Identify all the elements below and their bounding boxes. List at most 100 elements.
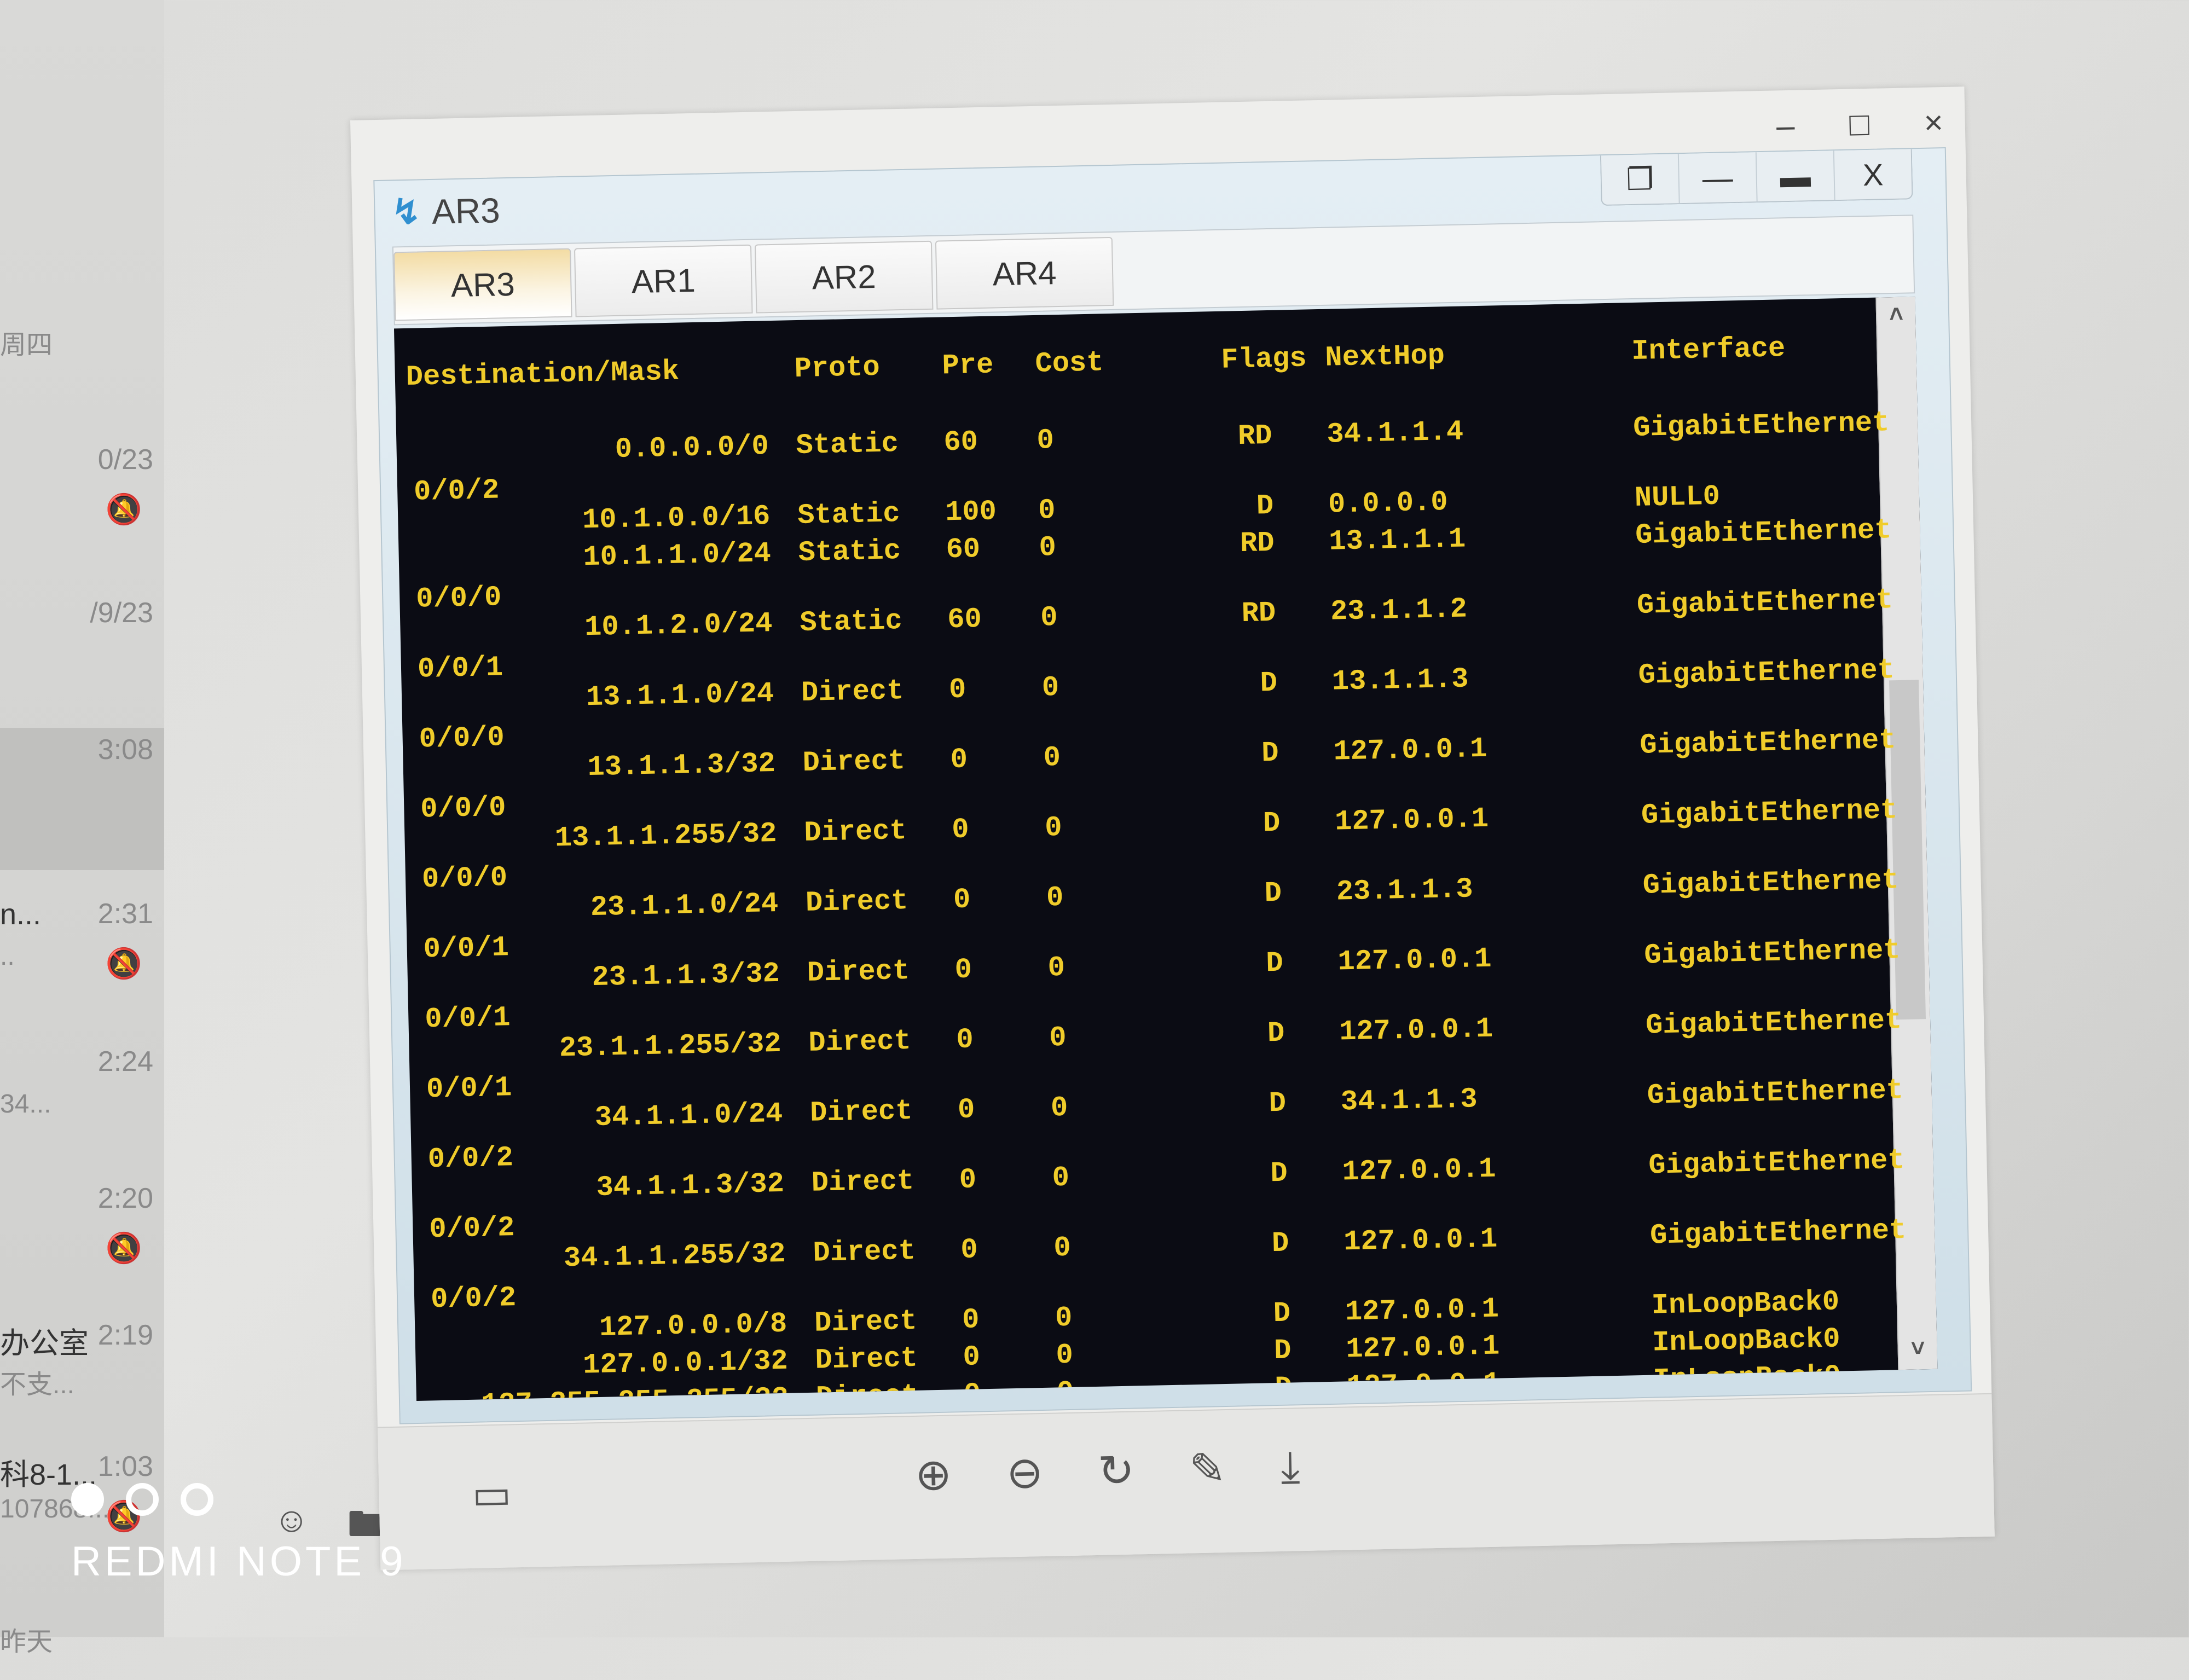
table-row: 34.1.1.0/24 Direct 0 0 D 34.1.1.3 GigabitEther… xyxy=(410,1074,1903,1139)
chat-list-item[interactable]: n... 2:31.. 🔕 xyxy=(0,892,164,1001)
restore-button[interactable]: ❐ xyxy=(1601,154,1679,205)
cell-interface: GigabitEthernet xyxy=(1641,794,1898,832)
download-icon[interactable]: ⤓ xyxy=(1280,1441,1300,1493)
cell-cost: 0 xyxy=(1050,1091,1068,1125)
tab-ar3[interactable]: AR3 xyxy=(393,248,572,321)
cell-interface: InLoopBack0 xyxy=(1653,1360,1841,1397)
chat-preview: 周四 xyxy=(0,331,53,360)
chat-list-item[interactable]: 0/23 🔕 xyxy=(0,438,164,547)
muted-bell-icon: 🔕 xyxy=(105,1232,142,1265)
cell-flags: D xyxy=(1270,1157,1288,1190)
chat-list-item[interactable]: 办公室 2:19 不支... xyxy=(0,1313,164,1423)
tab-ar4[interactable]: AR4 xyxy=(935,236,1114,310)
tab-ar2[interactable]: AR2 xyxy=(754,240,934,314)
cell-nexthop: 127.0.0.1 xyxy=(1337,942,1492,978)
viewer-minimize-button[interactable]: – xyxy=(1776,107,1795,145)
watermark-dot-icon xyxy=(71,1483,104,1516)
cell-proto: Direct xyxy=(801,675,904,709)
chat-list-item[interactable]: 2:20 🔕 xyxy=(0,1177,164,1286)
cell-interface: GigabitEthernet xyxy=(1648,1144,1906,1182)
cell-cost: 0 xyxy=(1036,424,1055,457)
table-header: Destination/Mask Proto Pre Cost Flags Ne… xyxy=(395,331,1873,395)
chat-list-item[interactable]: 昨天 xyxy=(0,1571,164,1680)
cell-pre: 0 xyxy=(959,1163,977,1197)
chat-list: 周四 0/23 🔕 /9/23 3:08 n... 2:31.. 🔕 2:24 34... 2:20… xyxy=(0,0,164,1656)
chat-list-item[interactable]: 3:08 xyxy=(0,728,164,870)
camera-watermark: REDMI NOTE 9 xyxy=(71,1483,407,1585)
header-pre: Pre xyxy=(942,349,994,383)
viewer-toolbar: ▭ ⊕ ⊖ ↻ ✎ ⤓ xyxy=(378,1393,1995,1571)
viewer-close-button[interactable]: × xyxy=(1924,103,1943,142)
cell-interface: GigabitEthernet xyxy=(1642,864,1900,902)
cell-proto: Direct xyxy=(814,1305,918,1340)
scroll-down-arrow-icon[interactable]: ˅ xyxy=(1898,1331,1937,1370)
chat-name: n... xyxy=(0,898,42,931)
table-row: 34.1.1.3/32 Direct 0 0 D 127.0.0.1 GigabitEthe… xyxy=(412,1144,1905,1209)
cell-nexthop: 23.1.1.2 xyxy=(1330,593,1468,628)
cell-pre: 0 xyxy=(962,1341,981,1374)
cell-interface: GigabitEthernet xyxy=(1635,514,1892,552)
thumbnail-view-icon[interactable]: ▭ xyxy=(472,1469,512,1518)
cell-nexthop: 127.0.0.1 xyxy=(1345,1293,1499,1329)
cell-pre: 0 xyxy=(954,953,972,987)
cell-interface: GigabitEthernet xyxy=(1649,1214,1907,1252)
cell-cost: 0 xyxy=(1040,601,1058,634)
viewer-maximize-button[interactable]: □ xyxy=(1849,105,1870,143)
cell-flags: RD xyxy=(1241,596,1276,630)
cell-cost: 0 xyxy=(1043,741,1061,774)
table-row: 10.1.2.0/24 Static 60 0 RD 23.1.1.2 GigabitEth… xyxy=(400,584,1893,648)
interface-continuation: 0/0/1 xyxy=(423,931,509,966)
chat-preview: 昨天 xyxy=(0,1627,53,1656)
vertical-scrollbar[interactable]: ˄ ˅ xyxy=(1875,297,1938,1370)
table-row: 23.1.1.255/32 Direct 0 0 D 127.0.0.1 GigabitEt… xyxy=(409,1004,1902,1069)
cell-proto: Static xyxy=(797,497,901,532)
cell-flags: D xyxy=(1260,667,1278,700)
cell-interface: NULL0 xyxy=(1634,480,1721,514)
tab-ar1[interactable]: AR1 xyxy=(574,244,753,317)
cell-flags: D xyxy=(1263,807,1281,840)
rotate-icon[interactable]: ↻ xyxy=(1097,1445,1135,1497)
ensp-title-bar: ↯ AR3 xyxy=(391,189,501,233)
edit-pencil-icon[interactable]: ✎ xyxy=(1189,1443,1226,1494)
window-title: AR3 xyxy=(431,190,501,231)
cell-proto: Direct xyxy=(803,815,907,849)
cell-proto: Direct xyxy=(805,884,908,919)
terminal-output[interactable]: Destination/Mask Proto Pre Cost Flags Ne… xyxy=(393,297,1938,1401)
interface-continuation: 0/0/0 xyxy=(421,861,508,896)
close-button[interactable]: X xyxy=(1833,149,1912,200)
cell-pre: 0 xyxy=(957,1093,975,1127)
cell-nexthop: 13.1.1.1 xyxy=(1328,523,1466,558)
cell-interface: GigabitEthernet xyxy=(1638,654,1895,692)
scroll-up-arrow-icon[interactable]: ˄ xyxy=(1877,297,1915,335)
cell-interface: GigabitEthernet xyxy=(1632,407,1890,445)
interface-continuation: 0/0/2 xyxy=(413,474,500,508)
cell-interface: GigabitEthernet xyxy=(1645,1004,1902,1042)
cell-nexthop: 127.0.0.1 xyxy=(1333,732,1487,768)
chat-list-item[interactable]: 2:24 34... xyxy=(0,1040,164,1149)
zoom-out-icon[interactable]: ⊖ xyxy=(1006,1447,1044,1498)
chat-list-item[interactable]: 周四 xyxy=(0,274,164,383)
maximize-button[interactable]: ▬ xyxy=(1755,150,1834,202)
interface-continuation: 0/0/1 xyxy=(417,651,503,686)
minimize-button[interactable]: — xyxy=(1677,152,1757,204)
cell-proto: Direct xyxy=(808,1024,912,1059)
cell-nexthop: 127.0.0.1 xyxy=(1342,1152,1497,1189)
cell-nexthop: 23.1.1.3 xyxy=(1336,873,1474,908)
cell-cost: 0 xyxy=(1053,1231,1072,1265)
zoom-in-icon[interactable]: ⊕ xyxy=(914,1449,952,1501)
header-interface: Interface xyxy=(1631,332,1786,368)
cell-flags: D xyxy=(1273,1334,1292,1368)
cell-cost: 0 xyxy=(1044,812,1063,844)
cell-pre: 0 xyxy=(963,1378,981,1401)
interface-continuation: 0/0/2 xyxy=(430,1282,517,1316)
watermark-dot-icon xyxy=(181,1483,213,1516)
table-row: 13.1.1.0/24 Direct 0 0 D 13.1.1.3 GigabitEther… xyxy=(402,654,1895,719)
chat-time: 2:24 xyxy=(97,1046,153,1077)
chat-list-item[interactable]: /9/23 xyxy=(0,591,164,700)
viewer-window-controls: – □ × xyxy=(1776,103,1943,144)
chat-time: 3:08 xyxy=(97,734,153,766)
chat-preview: 34... xyxy=(0,1090,51,1119)
cell-pre: 100 xyxy=(945,495,997,529)
cell-pre: 0 xyxy=(950,743,968,777)
cell-proto: Direct xyxy=(807,954,910,989)
